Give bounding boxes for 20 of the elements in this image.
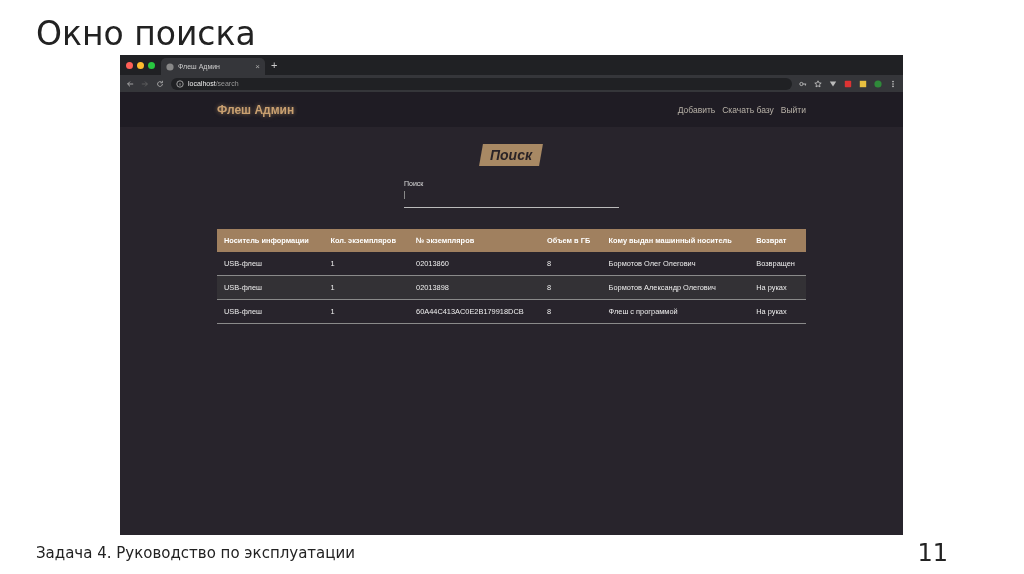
nav-link[interactable]: Выйти <box>780 104 806 115</box>
nav-link[interactable]: Скачать базу <box>722 104 774 115</box>
slide-footer: Задача 4. Руководство по эксплуатации <box>36 544 355 562</box>
menu-icon[interactable] <box>889 79 897 88</box>
reload-icon[interactable] <box>156 79 164 88</box>
profile-icon[interactable] <box>874 79 882 88</box>
close-window-button[interactable] <box>126 61 133 69</box>
back-icon[interactable] <box>126 79 134 88</box>
new-tab-button[interactable]: + <box>271 59 278 71</box>
page-heading: Поиск <box>479 144 544 166</box>
info-icon <box>176 79 184 88</box>
slide-title: Окно поиска <box>36 13 256 55</box>
nav-link[interactable]: Добавить <box>677 104 716 115</box>
minimize-window-button[interactable] <box>137 61 144 69</box>
page-number: 11 <box>917 539 948 567</box>
key-icon[interactable] <box>799 79 807 88</box>
site-logo[interactable]: Флеш Админ <box>217 102 678 117</box>
close-tab-icon[interactable]: × <box>255 62 260 71</box>
star-icon[interactable] <box>814 79 822 88</box>
maximize-window-button[interactable] <box>148 61 155 69</box>
